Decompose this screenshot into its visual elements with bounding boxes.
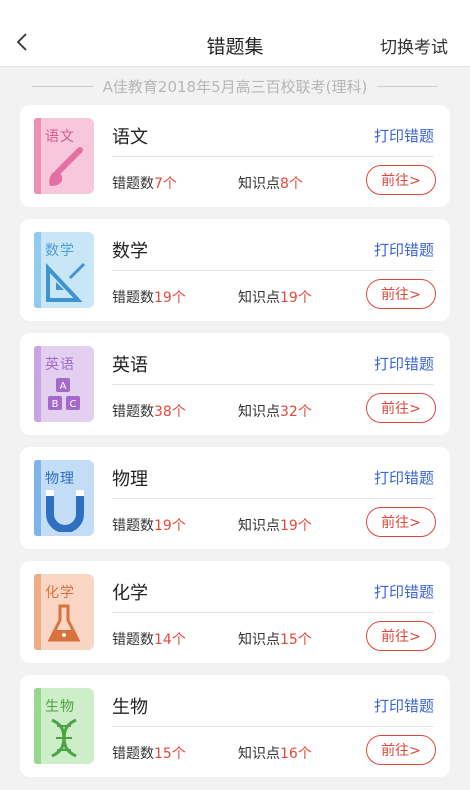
subject-card: 数学 数学 打印错题 错题数19个 知识点19个 前往> bbox=[20, 219, 450, 321]
error-count-label: 错题数 bbox=[112, 746, 154, 762]
goto-button[interactable]: 前往> bbox=[366, 621, 436, 651]
subject-cover: 数学 bbox=[34, 232, 94, 308]
error-count-value: 15个 bbox=[154, 746, 186, 762]
print-errors-button[interactable]: 打印错题 bbox=[374, 695, 434, 716]
divider-left bbox=[32, 85, 93, 87]
subject-cover: 语文 bbox=[34, 118, 94, 194]
back-button[interactable] bbox=[10, 30, 34, 54]
knowledge-point-label: 知识点 bbox=[238, 518, 280, 534]
subject-card: 化学 化学 打印错题 错题数14个 知识点15个 前往> bbox=[20, 561, 450, 663]
knowledge-point-count: 知识点8个 bbox=[238, 173, 303, 193]
knowledge-point-value: 19个 bbox=[280, 518, 312, 534]
card-divider bbox=[112, 612, 434, 613]
error-count-label: 错题数 bbox=[112, 518, 154, 534]
error-count: 错题数7个 bbox=[112, 173, 177, 193]
error-count: 错题数14个 bbox=[112, 629, 186, 649]
print-errors-button[interactable]: 打印错题 bbox=[374, 353, 434, 374]
card-divider bbox=[112, 726, 434, 727]
error-count-value: 14个 bbox=[154, 632, 186, 648]
knowledge-point-label: 知识点 bbox=[238, 746, 280, 762]
chevron-left-icon bbox=[16, 33, 27, 51]
cover-label: 物理 bbox=[45, 471, 75, 487]
cover-spine bbox=[34, 232, 41, 308]
subject-card: 物理 物理 打印错题 错题数19个 知识点19个 前往> bbox=[20, 447, 450, 549]
subject-name: 生物 bbox=[112, 697, 148, 718]
subject-list: 语文 语文 打印错题 错题数7个 知识点8个 前往> 数学 数学 打印错题 错题… bbox=[0, 105, 470, 777]
error-count-value: 38个 bbox=[154, 404, 186, 420]
cover-label: 语文 bbox=[45, 129, 75, 145]
card-divider bbox=[112, 498, 434, 499]
cover-label: 生物 bbox=[45, 699, 75, 715]
knowledge-point-count: 知识点32个 bbox=[238, 401, 312, 421]
knowledge-point-value: 32个 bbox=[280, 404, 312, 420]
svg-text:B: B bbox=[52, 399, 59, 410]
error-count: 错题数15个 bbox=[112, 743, 186, 763]
goto-button[interactable]: 前往> bbox=[366, 393, 436, 423]
print-errors-button[interactable]: 打印错题 bbox=[374, 239, 434, 260]
cover-label: 化学 bbox=[45, 585, 75, 601]
knowledge-point-value: 16个 bbox=[280, 746, 312, 762]
print-errors-button[interactable]: 打印错题 bbox=[374, 581, 434, 602]
knowledge-point-count: 知识点15个 bbox=[238, 629, 312, 649]
divider-right bbox=[377, 85, 438, 87]
error-count-label: 错题数 bbox=[112, 176, 154, 192]
subject-name: 物理 bbox=[112, 469, 148, 490]
cover-label: 英语 bbox=[45, 357, 75, 373]
subject-name: 化学 bbox=[112, 583, 148, 604]
goto-button[interactable]: 前往> bbox=[366, 279, 436, 309]
knowledge-point-label: 知识点 bbox=[238, 176, 280, 192]
subject-name: 英语 bbox=[112, 355, 148, 376]
cover-label: 数学 bbox=[45, 243, 75, 259]
goto-button[interactable]: 前往> bbox=[366, 735, 436, 765]
knowledge-point-value: 8个 bbox=[280, 176, 303, 192]
error-count: 错题数19个 bbox=[112, 287, 186, 307]
subject-card: 生物 生物 打印错题 错题数15个 知识点16个 前往> bbox=[20, 675, 450, 777]
switch-exam-button[interactable]: 切换考试 bbox=[380, 33, 448, 58]
error-count-value: 7个 bbox=[154, 176, 177, 192]
error-count: 错题数38个 bbox=[112, 401, 186, 421]
cover-spine bbox=[34, 346, 41, 422]
error-count-value: 19个 bbox=[154, 290, 186, 306]
subject-card: 语文 语文 打印错题 错题数7个 知识点8个 前往> bbox=[20, 105, 450, 207]
error-count-value: 19个 bbox=[154, 518, 186, 534]
subject-cover: 英语 ABC bbox=[34, 346, 94, 422]
card-divider bbox=[112, 156, 434, 157]
subject-name: 数学 bbox=[112, 241, 148, 262]
goto-button[interactable]: 前往> bbox=[366, 165, 436, 195]
knowledge-point-count: 知识点19个 bbox=[238, 515, 312, 535]
knowledge-point-count: 知识点19个 bbox=[238, 287, 312, 307]
cover-spine bbox=[34, 688, 41, 764]
cover-spine bbox=[34, 460, 41, 536]
error-count: 错题数19个 bbox=[112, 515, 186, 535]
knowledge-point-label: 知识点 bbox=[238, 404, 280, 420]
exam-name: A佳教育2018年5月高三百校联考(理科) bbox=[102, 77, 368, 96]
subject-cover: 生物 bbox=[34, 688, 94, 764]
error-count-label: 错题数 bbox=[112, 632, 154, 648]
error-count-label: 错题数 bbox=[112, 404, 154, 420]
svg-text:A: A bbox=[60, 381, 67, 392]
print-errors-button[interactable]: 打印错题 bbox=[374, 467, 434, 488]
subject-card: 英语 ABC 英语 打印错题 错题数38个 知识点32个 前往> bbox=[20, 333, 450, 435]
top-bar: 错题集 切换考试 bbox=[0, 0, 470, 67]
exam-name-banner: A佳教育2018年5月高三百校联考(理科) bbox=[0, 67, 470, 105]
subject-cover: 化学 bbox=[34, 574, 94, 650]
cover-spine bbox=[34, 118, 41, 194]
goto-button[interactable]: 前往> bbox=[366, 507, 436, 537]
print-errors-button[interactable]: 打印错题 bbox=[374, 125, 434, 146]
knowledge-point-label: 知识点 bbox=[238, 290, 280, 306]
knowledge-point-label: 知识点 bbox=[238, 632, 280, 648]
knowledge-point-value: 19个 bbox=[280, 290, 312, 306]
subject-cover: 物理 bbox=[34, 460, 94, 536]
subject-name: 语文 bbox=[112, 127, 148, 148]
error-count-label: 错题数 bbox=[112, 290, 154, 306]
card-divider bbox=[112, 270, 434, 271]
card-divider bbox=[112, 384, 434, 385]
knowledge-point-value: 15个 bbox=[280, 632, 312, 648]
svg-text:C: C bbox=[70, 399, 77, 410]
cover-spine bbox=[34, 574, 41, 650]
knowledge-point-count: 知识点16个 bbox=[238, 743, 312, 763]
